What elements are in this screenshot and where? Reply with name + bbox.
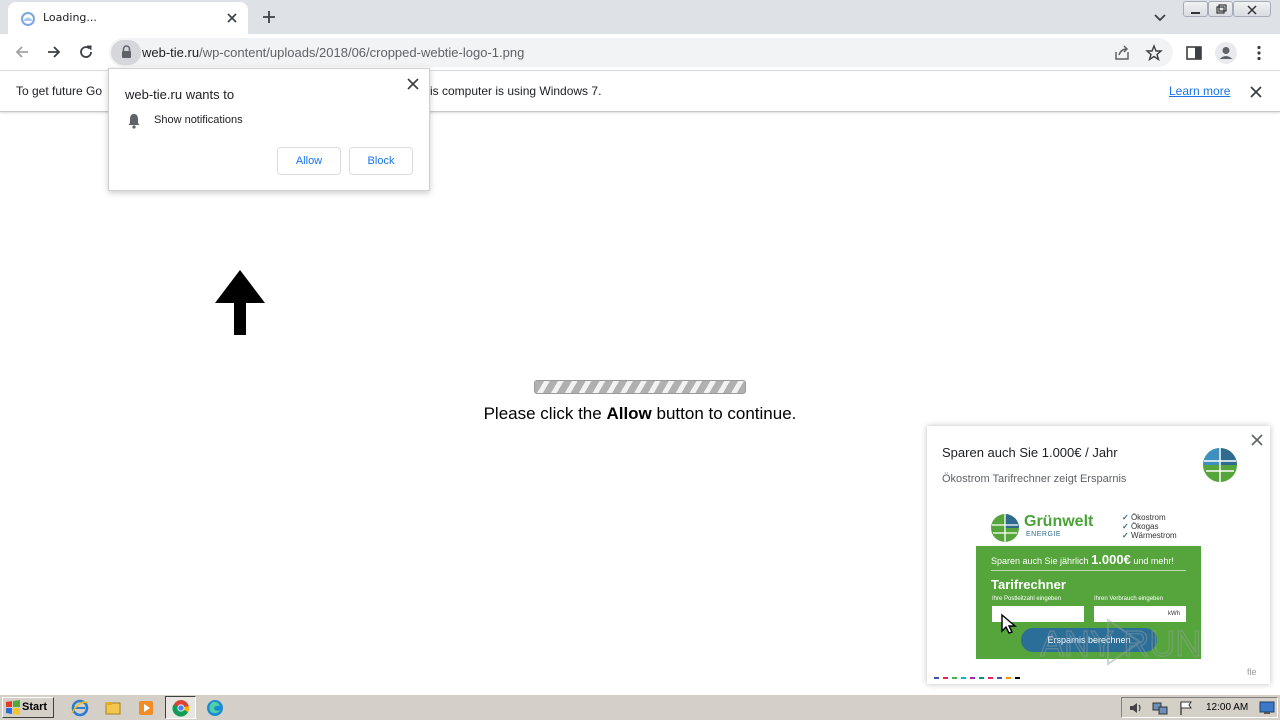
info-bar-text-start: To get future Go: [16, 84, 103, 98]
info-bar-close-icon[interactable]: [1248, 84, 1264, 100]
divider: [991, 570, 1186, 571]
loading-favicon-icon: [21, 12, 35, 26]
windows-logo-icon: [6, 700, 20, 715]
ad-title: Sparen auch Sie 1.000€ / Jahr: [942, 445, 1118, 460]
tab-strip: Loading...: [0, 0, 1280, 34]
browser-toolbar: web-tie.ru/wp-content/uploads/2018/06/cr…: [0, 34, 1280, 71]
up-arrow-icon: [215, 270, 265, 335]
globe-logo-icon: [1203, 448, 1237, 482]
lock-icon: [122, 45, 131, 58]
bookmark-star-icon[interactable]: [1145, 44, 1163, 62]
ad-brand-name: Grünwelt: [1024, 513, 1094, 530]
browser-tab[interactable]: Loading...: [8, 2, 248, 34]
url-text: web-tie.ru/wp-content/uploads/2018/06/cr…: [142, 45, 525, 60]
allow-emphasis: Allow: [606, 404, 652, 423]
new-tab-icon[interactable]: [260, 8, 278, 26]
edge-icon[interactable]: [206, 699, 224, 717]
ad-feature-item: Ökostrom: [1122, 513, 1177, 522]
ad-sponsor-mark: fle: [1247, 667, 1257, 677]
forward-arrow-icon[interactable]: [44, 42, 64, 62]
calculator-title: Tarifrechner: [991, 577, 1066, 592]
start-label: Start: [22, 701, 48, 713]
permission-item-label: Show notifications: [154, 114, 243, 126]
action-center-flag-icon[interactable]: [1178, 700, 1194, 716]
system-tray: 12:00 AM: [1121, 697, 1278, 718]
media-player-icon[interactable]: [137, 699, 155, 717]
show-desktop-icon[interactable]: [1259, 701, 1275, 715]
ad-brand-sub: ENERGIE: [1026, 531, 1062, 538]
tab-close-icon[interactable]: [224, 10, 240, 26]
network-icon[interactable]: [1152, 700, 1168, 716]
ad-feature-list: Ökostrom Ökogas Wärmestrom: [1122, 513, 1177, 540]
volume-icon[interactable]: [1128, 700, 1144, 716]
windows-taskbar: Start 12:00 AM: [0, 694, 1280, 720]
anyrun-watermark: ANY RUN: [1040, 618, 1202, 666]
kebab-menu-icon[interactable]: [1250, 44, 1268, 62]
allow-button[interactable]: Allow: [277, 147, 341, 175]
instruction-message: Please click the Allow button to continu…: [483, 404, 797, 423]
tab-title: Loading...: [43, 11, 97, 24]
block-button[interactable]: Block: [349, 147, 413, 175]
consumption-label: Ihren Verbrauch eingeben: [1094, 596, 1164, 602]
side-panel-icon[interactable]: [1185, 44, 1203, 62]
popup-close-icon[interactable]: [406, 77, 420, 91]
svg-text:ANY RUN: ANY RUN: [1040, 623, 1201, 664]
chevron-down-icon[interactable]: [1152, 9, 1168, 25]
profile-avatar-icon[interactable]: [1214, 41, 1238, 65]
reload-icon[interactable]: [76, 42, 96, 62]
ad-feature-item: Ökogas: [1122, 522, 1177, 531]
progress-fill: [535, 381, 745, 393]
cursor-pointer-icon: [1001, 613, 1017, 634]
postcode-label: Ihre Postleitzahl eingeben: [992, 596, 1062, 602]
learn-more-link[interactable]: Learn more: [1169, 84, 1230, 98]
site-info-chip[interactable]: [111, 40, 141, 65]
chrome-taskbar-button[interactable]: [165, 696, 196, 719]
share-icon[interactable]: [1113, 44, 1131, 62]
ad-feature-item: Wärmestrom: [1122, 531, 1177, 540]
restore-button[interactable]: [1208, 1, 1233, 17]
ad-progress-dots: [934, 677, 1020, 679]
gruenwelt-globe-icon: [991, 514, 1019, 542]
start-button[interactable]: Start: [2, 697, 54, 718]
internet-explorer-icon[interactable]: [71, 699, 89, 717]
minimize-button[interactable]: [1183, 1, 1208, 17]
info-bar-text-end: is computer is using Windows 7.: [430, 84, 602, 98]
ad-headline: Sparen auch Sie jährlich 1.000€ und mehr…: [991, 552, 1174, 567]
permission-title: web-tie.ru wants to: [125, 87, 235, 102]
ad-subtitle: Ökostrom Tarifrechner zeigt Ersparnis: [942, 473, 1127, 485]
file-explorer-icon[interactable]: [104, 699, 122, 717]
notification-permission-popup: web-tie.ru wants to Show notifications A…: [108, 68, 430, 191]
chrome-icon: [172, 700, 190, 717]
back-arrow-icon[interactable]: [12, 42, 32, 62]
clock: 12:00 AM: [1206, 702, 1249, 713]
ad-close-icon[interactable]: [1249, 432, 1265, 448]
loading-progress-bar: [534, 380, 746, 394]
address-bar[interactable]: web-tie.ru/wp-content/uploads/2018/06/cr…: [109, 38, 1173, 67]
bell-icon: [128, 114, 140, 129]
close-window-button[interactable]: [1233, 1, 1271, 17]
